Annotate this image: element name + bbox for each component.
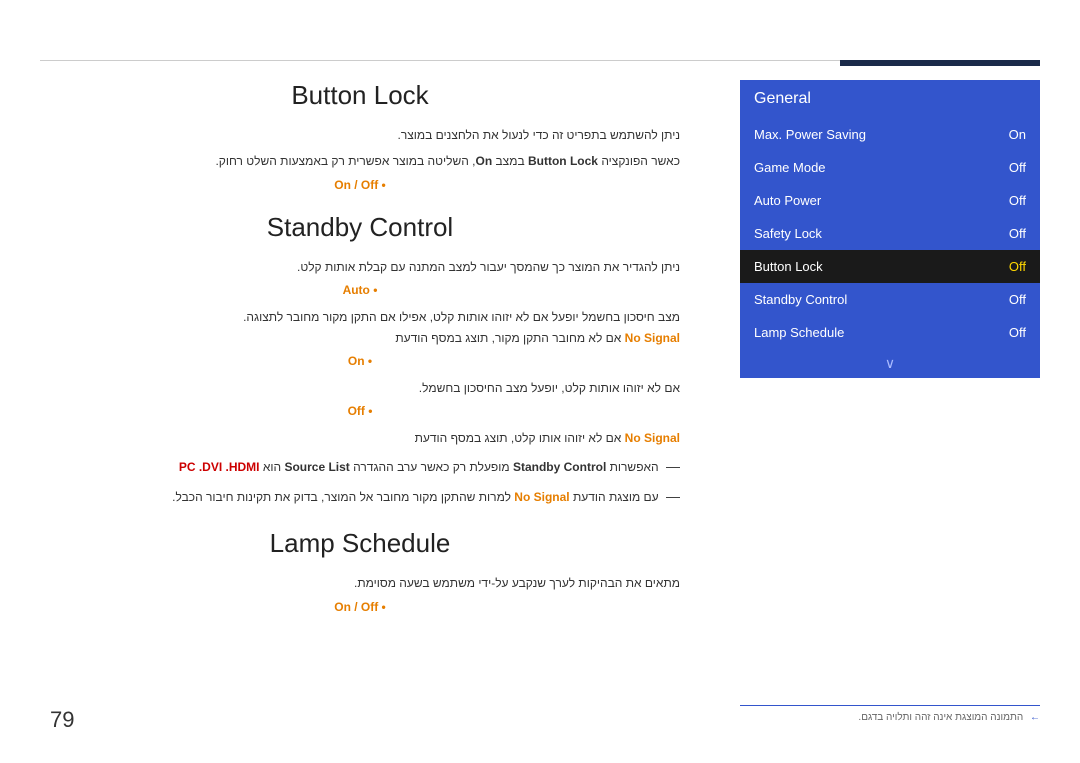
menu-value-standby-control: Off [1009, 292, 1026, 307]
standby-on-label: On • [40, 354, 680, 368]
menu-label-auto-power: Auto Power [754, 193, 821, 208]
general-panel: General Max. Power Saving On Game Mode O… [740, 80, 1040, 378]
lamp-schedule-section: Lamp Schedule מתאים את הבהיקות לערך שנקב… [40, 528, 680, 613]
standby-note-1: — האפשרות Standby Control מופעלת רק כאשר… [40, 455, 680, 479]
panel-header: General [740, 80, 1040, 118]
menu-value-safety-lock: Off [1009, 226, 1026, 241]
top-accent-bar [840, 60, 1040, 66]
menu-label-safety-lock: Safety Lock [754, 226, 822, 241]
menu-item-max-power[interactable]: Max. Power Saving On [740, 118, 1040, 151]
note-text: התמונה המוצגת אינה זהה ותלויה בדגם. [858, 712, 1023, 723]
lamp-schedule-on-off: On / Off • [40, 600, 680, 614]
menu-container: Max. Power Saving On Game Mode Off Auto … [740, 118, 1040, 378]
standby-off-desc: No Signal אם לא יזוהו אותו קלט, תוצג במס… [40, 428, 680, 448]
menu-item-auto-power[interactable]: Auto Power Off [740, 184, 1040, 217]
button-lock-para-2: כאשר הפונקציה Button Lock במצב On, השליט… [40, 151, 680, 171]
standby-para-1: ניתן להגדיר את המוצר כך שהמסך יעבור למצב… [40, 257, 680, 277]
menu-label-button-lock: Button Lock [754, 259, 823, 274]
menu-chevron-down[interactable]: ∨ [740, 349, 1040, 378]
menu-value-game-mode: Off [1009, 160, 1026, 175]
menu-item-lamp-schedule[interactable]: Lamp Schedule Off [740, 316, 1040, 349]
menu-value-lamp-schedule: Off [1009, 325, 1026, 340]
menu-label-standby-control: Standby Control [754, 292, 847, 307]
note-arrow: ← [1030, 712, 1040, 723]
lamp-schedule-para-1: מתאים את הבהיקות לערך שנקבע על-ידי משתמש… [40, 573, 680, 593]
standby-auto-label: Auto • [40, 283, 680, 297]
standby-control-title: Standby Control [40, 212, 680, 243]
menu-item-safety-lock[interactable]: Safety Lock Off [740, 217, 1040, 250]
menu-item-button-lock[interactable]: Button Lock Off [740, 250, 1040, 283]
standby-note-2: — עם מוצגת הודעת No Signal למרות שהתקן מ… [40, 485, 680, 509]
menu-label-max-power: Max. Power Saving [754, 127, 866, 142]
menu-value-auto-power: Off [1009, 193, 1026, 208]
menu-label-lamp-schedule: Lamp Schedule [754, 325, 844, 340]
button-lock-title: Button Lock [40, 80, 680, 111]
menu-item-game-mode[interactable]: Game Mode Off [740, 151, 1040, 184]
button-lock-on-off: On / Off • [40, 178, 680, 192]
page-number: 79 [50, 707, 74, 733]
lamp-schedule-title: Lamp Schedule [40, 528, 680, 559]
button-lock-section: Button Lock ניתן להשתמש בתפריט זה כדי לנ… [40, 80, 680, 192]
standby-off-label: Off • [40, 404, 680, 418]
standby-on-desc: אם לא יזוהו אותות קלט, יופעל מצב החיסכון… [40, 378, 680, 398]
menu-value-button-lock: Off [1009, 259, 1026, 274]
menu-label-game-mode: Game Mode [754, 160, 826, 175]
bottom-note: ← התמונה המוצגת אינה זהה ותלויה בדגם. [740, 705, 1040, 723]
standby-control-section: Standby Control ניתן להגדיר את המוצר כך … [40, 212, 680, 509]
main-content-area: Button Lock ניתן להשתמש בתפריט זה כדי לנ… [40, 80, 680, 703]
button-lock-para-1: ניתן להשתמש בתפריט זה כדי לנעול את הלחצנ… [40, 125, 680, 145]
standby-auto-desc: מצב חיסכון בחשמל יופעל אם לא יזוהו אותות… [40, 307, 680, 348]
menu-item-standby-control[interactable]: Standby Control Off [740, 283, 1040, 316]
menu-value-max-power: On [1009, 127, 1026, 142]
